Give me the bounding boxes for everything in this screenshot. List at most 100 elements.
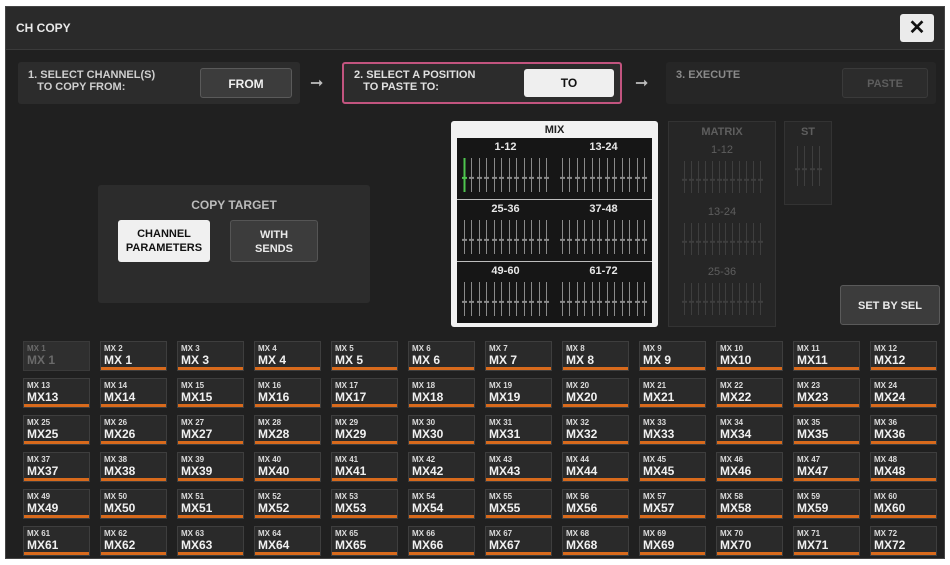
mix-select-button[interactable]: MX 61 MX61 xyxy=(23,526,90,556)
mix-select-button[interactable]: MX 24 MX24 xyxy=(870,378,937,408)
mix-select-button[interactable]: MX 17 MX17 xyxy=(331,378,398,408)
mix-select-button[interactable]: MX 44 MX44 xyxy=(562,452,629,482)
mix-channel-name: MX68 xyxy=(566,538,598,552)
mix-channel-number: MX 70 xyxy=(720,529,744,538)
mix-select-button[interactable]: MX 65 MX65 xyxy=(331,526,398,556)
mix-channel-number: MX 28 xyxy=(258,418,282,427)
mix-select-button[interactable]: MX 54 MX54 xyxy=(408,489,475,519)
mix-select-button[interactable]: MX 38 MX38 xyxy=(100,452,167,482)
mix-channel-name: MX36 xyxy=(874,427,906,441)
mix-select-button[interactable]: MX 32 MX32 xyxy=(562,415,629,445)
mix-select-button[interactable]: MX 71 MX71 xyxy=(793,526,860,556)
mix-select-button[interactable]: MX 40 MX40 xyxy=(254,452,321,482)
mix-select-button[interactable]: MX 3 MX 3 xyxy=(177,341,244,371)
mix-select-button[interactable]: MX 9 MX 9 xyxy=(639,341,706,371)
mix-select-button[interactable]: MX 31 MX31 xyxy=(485,415,552,445)
step3-label: 3. EXECUTE xyxy=(676,69,741,81)
mix-select-button[interactable]: MX 6 MX 6 xyxy=(408,341,475,371)
mix-select-button[interactable]: MX 46 MX46 xyxy=(716,452,783,482)
with-sends-button[interactable]: WITH SENDS xyxy=(230,220,318,262)
mix-select-button[interactable]: MX 72 MX72 xyxy=(870,526,937,556)
fader-strip-graphic xyxy=(795,146,822,186)
mix-select-button[interactable]: MX 50 MX50 xyxy=(100,489,167,519)
mix-select-button[interactable]: MX 1 MX 1 xyxy=(23,341,90,371)
mix-select-button[interactable]: MX 15 MX15 xyxy=(177,378,244,408)
mix-select-button[interactable]: MX 20 MX20 xyxy=(562,378,629,408)
mix-select-button[interactable]: MX 62 MX62 xyxy=(100,526,167,556)
mix-select-button[interactable]: MX 51 MX51 xyxy=(177,489,244,519)
mix-select-button[interactable]: MX 29 MX29 xyxy=(331,415,398,445)
mix-select-button[interactable]: MX 37 MX37 xyxy=(23,452,90,482)
mix-navigator[interactable]: MIX 1-12 13-24 25-36 37-48 49-60 61-72 xyxy=(451,121,658,327)
mix-select-button[interactable]: MX 16 MX16 xyxy=(254,378,321,408)
mix-select-button[interactable]: MX 53 MX53 xyxy=(331,489,398,519)
mix-channel-name: MX72 xyxy=(874,538,906,552)
mix-channel-name: MX71 xyxy=(797,538,829,552)
mix-select-button[interactable]: MX 8 MX 8 xyxy=(562,341,629,371)
mix-select-button[interactable]: MX 4 MX 4 xyxy=(254,341,321,371)
mix-select-button[interactable]: MX 27 MX27 xyxy=(177,415,244,445)
mix-select-button[interactable]: MX 33 MX33 xyxy=(639,415,706,445)
mix-select-button[interactable]: MX 42 MX42 xyxy=(408,452,475,482)
mix-color-bar xyxy=(794,367,859,370)
close-button[interactable]: ✕ xyxy=(900,14,934,42)
mix-select-button[interactable]: MX 26 MX26 xyxy=(100,415,167,445)
mix-select-button[interactable]: MX 7 MX 7 xyxy=(485,341,552,371)
mix-channel-number: MX 5 xyxy=(335,344,354,353)
mix-select-button[interactable]: MX 58 MX58 xyxy=(716,489,783,519)
mix-select-button[interactable]: MX 18 MX18 xyxy=(408,378,475,408)
channel-parameters-button[interactable]: CHANNEL PARAMETERS xyxy=(118,220,210,262)
mix-select-button[interactable]: MX 28 MX28 xyxy=(254,415,321,445)
copy-target-title: COPY TARGET xyxy=(191,198,277,212)
mix-select-button[interactable]: MX 23 MX23 xyxy=(793,378,860,408)
mix-select-button[interactable]: MX 11 MX11 xyxy=(793,341,860,371)
mix-segment-37-48[interactable]: 37-48 xyxy=(555,200,652,261)
mix-segment-13-24[interactable]: 13-24 xyxy=(555,138,652,199)
mix-select-button[interactable]: MX 34 MX34 xyxy=(716,415,783,445)
mix-segment-1-12[interactable]: 1-12 xyxy=(457,138,554,199)
mix-select-button[interactable]: MX 25 MX25 xyxy=(23,415,90,445)
mix-select-button[interactable]: MX 10 MX10 xyxy=(716,341,783,371)
set-by-sel-button[interactable]: SET BY SEL xyxy=(840,285,940,325)
mix-select-button[interactable]: MX 2 MX 1 xyxy=(100,341,167,371)
mix-select-button[interactable]: MX 68 MX68 xyxy=(562,526,629,556)
mix-select-button[interactable]: MX 60 MX60 xyxy=(870,489,937,519)
mix-select-button[interactable]: MX 35 MX35 xyxy=(793,415,860,445)
mix-select-button[interactable]: MX 30 MX30 xyxy=(408,415,475,445)
mix-select-button[interactable]: MX 56 MX56 xyxy=(562,489,629,519)
mix-select-button[interactable]: MX 69 MX69 xyxy=(639,526,706,556)
mix-select-button[interactable]: MX 13 MX13 xyxy=(23,378,90,408)
mix-select-button[interactable]: MX 49 MX49 xyxy=(23,489,90,519)
mix-select-button[interactable]: MX 5 MX 5 xyxy=(331,341,398,371)
mix-select-button[interactable]: MX 47 MX47 xyxy=(793,452,860,482)
copy-target-panel: COPY TARGET CHANNEL PARAMETERS WITH SEND… xyxy=(98,185,370,303)
mix-select-button[interactable]: MX 66 MX66 xyxy=(408,526,475,556)
mix-select-button[interactable]: MX 59 MX59 xyxy=(793,489,860,519)
mix-select-button[interactable]: MX 55 MX55 xyxy=(485,489,552,519)
mix-select-button[interactable]: MX 36 MX36 xyxy=(870,415,937,445)
mix-select-button[interactable]: MX 43 MX43 xyxy=(485,452,552,482)
mix-segment-25-36[interactable]: 25-36 xyxy=(457,200,554,261)
mix-select-button[interactable]: MX 39 MX39 xyxy=(177,452,244,482)
mix-select-button[interactable]: MX 63 MX63 xyxy=(177,526,244,556)
mix-channel-number: MX 14 xyxy=(104,381,128,390)
mix-select-button[interactable]: MX 52 MX52 xyxy=(254,489,321,519)
mix-select-button[interactable]: MX 67 MX67 xyxy=(485,526,552,556)
paste-button[interactable]: PASTE xyxy=(842,68,928,98)
mix-select-button[interactable]: MX 48 MX48 xyxy=(870,452,937,482)
mix-select-button[interactable]: MX 22 MX22 xyxy=(716,378,783,408)
mix-select-button[interactable]: MX 21 MX21 xyxy=(639,378,706,408)
from-button[interactable]: FROM xyxy=(200,68,292,98)
mix-select-button[interactable]: MX 64 MX64 xyxy=(254,526,321,556)
mix-select-button[interactable]: MX 57 MX57 xyxy=(639,489,706,519)
mix-select-button[interactable]: MX 14 MX14 xyxy=(100,378,167,408)
mix-select-button[interactable]: MX 70 MX70 xyxy=(716,526,783,556)
mix-select-button[interactable]: MX 19 MX19 xyxy=(485,378,552,408)
mix-select-button[interactable]: MX 41 MX41 xyxy=(331,452,398,482)
to-button[interactable]: TO xyxy=(524,69,614,97)
mix-select-button[interactable]: MX 12 MX12 xyxy=(870,341,937,371)
mix-segment-49-60[interactable]: 49-60 xyxy=(457,262,554,323)
mix-select-button[interactable]: MX 45 MX45 xyxy=(639,452,706,482)
mix-segment-61-72[interactable]: 61-72 xyxy=(555,262,652,323)
mix-segment-label: 37-48 xyxy=(589,203,618,215)
